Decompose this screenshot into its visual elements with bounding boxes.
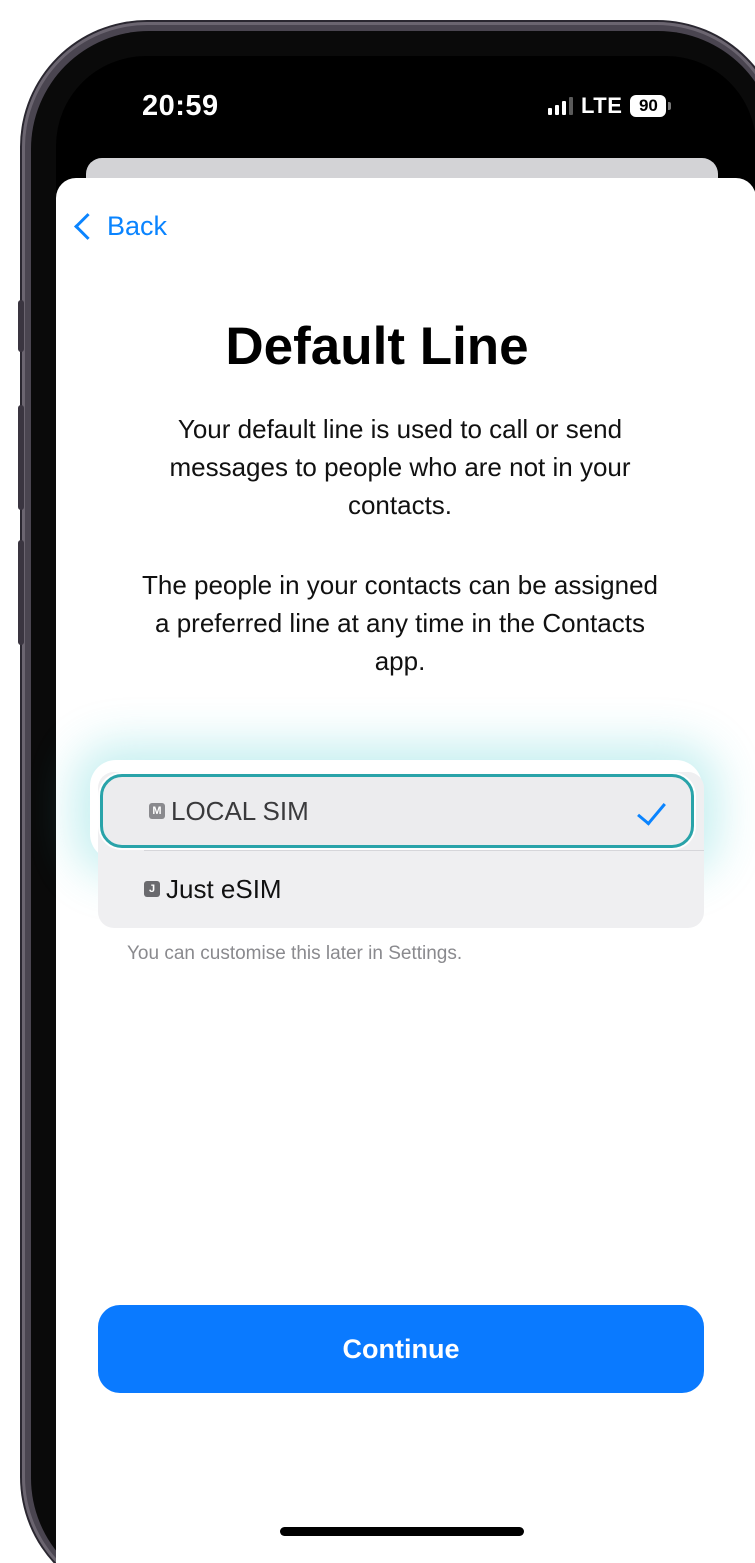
network-type: LTE (581, 93, 623, 118)
volume-down-button (18, 540, 24, 645)
line-option-label: Just eSIM (166, 873, 282, 904)
footnote: You can customise this later in Settings… (127, 943, 463, 964)
continue-button[interactable]: Continue (98, 1305, 704, 1393)
checkmark-icon (637, 795, 666, 826)
home-indicator[interactable] (280, 1527, 524, 1536)
back-label: Back (107, 210, 168, 241)
line-option-local-sim[interactable]: M LOCAL SIM (100, 774, 694, 848)
cellular-signal-icon (548, 97, 573, 115)
description-contacts: The people in your contacts can be assig… (141, 570, 658, 676)
back-button[interactable]: Back (70, 208, 167, 244)
sim-badge-icon: M (149, 803, 165, 819)
line-option-just-esim[interactable]: J Just eSIM (98, 850, 704, 928)
status-indicators: LTE 90 (548, 92, 672, 120)
volume-up-button (18, 405, 24, 510)
phone-screenshot: 20:59 LTE 90 Back Default Line Your defa… (0, 0, 755, 1563)
action-button (18, 300, 24, 352)
battery-icon: 90 (630, 95, 672, 117)
chevron-left-icon (74, 212, 101, 240)
line-options-list: M LOCAL SIM J Just eSIM (98, 772, 704, 928)
description-default-line: Your default line is used to call or sen… (169, 414, 631, 520)
battery-level: 90 (638, 96, 658, 115)
sim-badge-icon: J (144, 881, 160, 897)
line-option-label: LOCAL SIM (171, 795, 309, 826)
status-time: 20:59 (142, 90, 219, 122)
continue-label: Continue (342, 1333, 460, 1364)
page-title: Default Line (225, 317, 529, 376)
